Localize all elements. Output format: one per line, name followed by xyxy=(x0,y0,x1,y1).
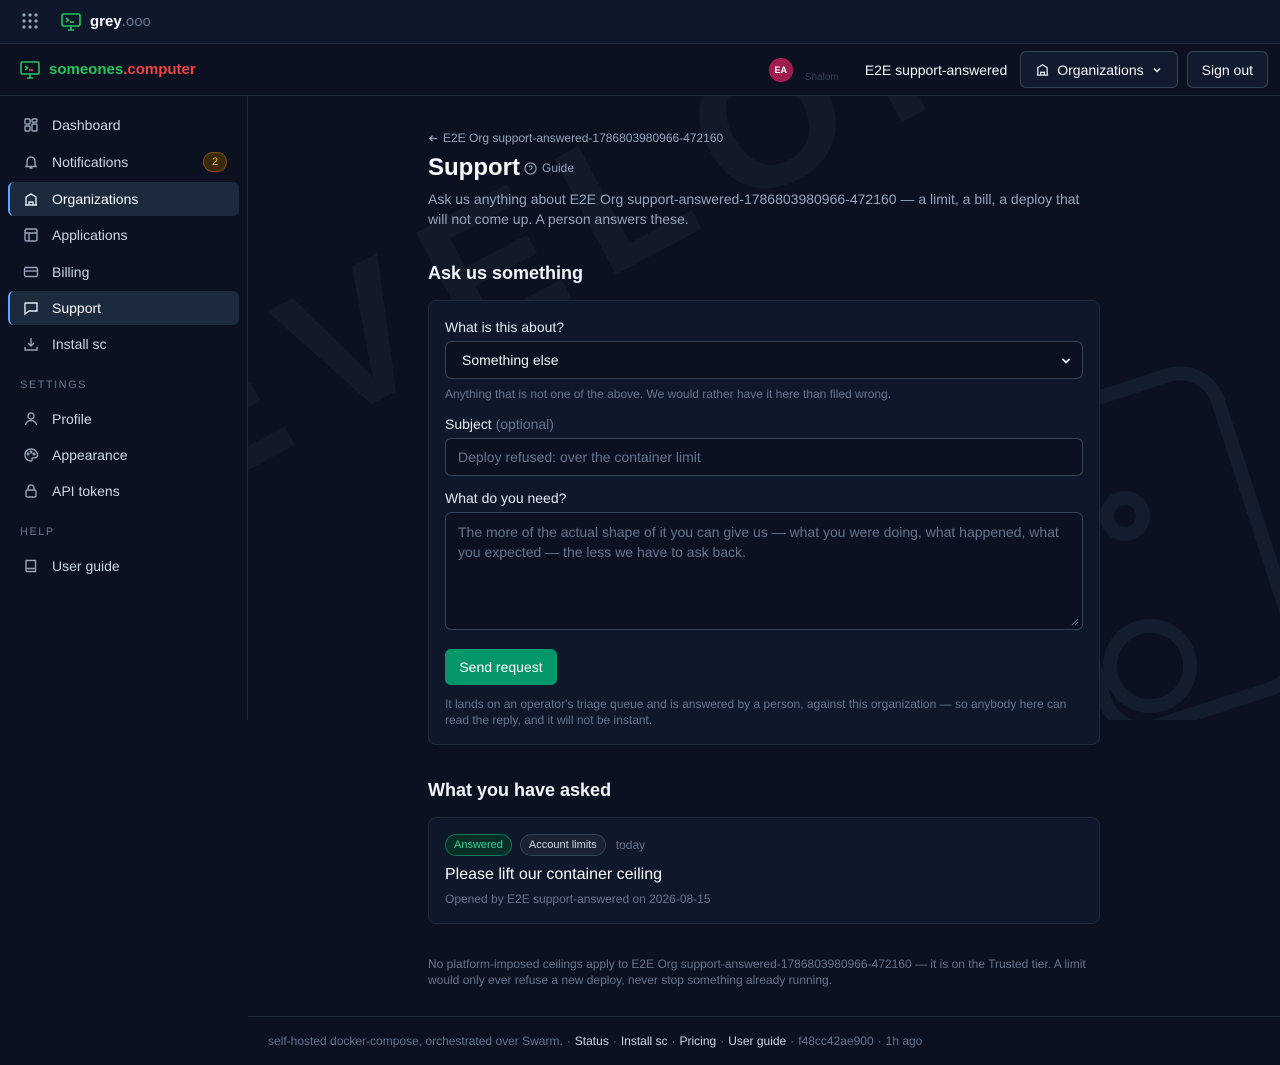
help-circle-icon xyxy=(524,161,537,175)
subject-label: Subject (optional) xyxy=(445,416,554,432)
brand-logo-link[interactable]: someones.computer xyxy=(20,60,196,79)
sidebar-item-profile[interactable]: Profile xyxy=(8,402,239,436)
sidebar-item-label: Notifications xyxy=(52,154,129,170)
sidebar: Dashboard Notifications 2 Organizations … xyxy=(0,96,248,720)
bell-icon xyxy=(23,154,39,170)
app-header: someones.computer EA Shalom E2E support-… xyxy=(0,44,1280,96)
sidebar-item-label: Profile xyxy=(52,411,92,427)
footer-link-user-guide[interactable]: User guide xyxy=(728,1034,786,1048)
need-label: What do you need? xyxy=(445,490,567,506)
sidebar-item-label: Appearance xyxy=(52,447,128,463)
download-icon xyxy=(23,336,39,352)
request-title: Please lift our container ceiling xyxy=(445,866,663,883)
building-icon xyxy=(23,191,39,207)
notifications-count-badge: 2 xyxy=(203,152,227,172)
footer-commit: f48cc42ae900 xyxy=(798,1034,874,1048)
header-actions: EA Shalom E2E support-answered Organizat… xyxy=(768,51,1268,88)
request-badges: Answered Account limits today xyxy=(445,834,645,856)
organizations-button-label: Organizations xyxy=(1057,61,1144,78)
need-placeholder: The more of the actual shape of it you c… xyxy=(458,524,1059,560)
footer-age: 1h ago xyxy=(885,1034,923,1048)
tier-footnote: No platform-imposed ceilings apply to E2… xyxy=(428,957,1086,987)
request-meta: Opened by E2E support-answered on 2026-0… xyxy=(445,892,711,906)
palette-icon xyxy=(23,447,39,463)
grey-logo-link[interactable]: grey.ooo xyxy=(61,12,151,31)
send-note: It lands on an operator's triage queue a… xyxy=(445,697,1067,727)
support-request-form: What is this about? Something else Anyth… xyxy=(428,300,1100,745)
footer-link-status[interactable]: Status xyxy=(575,1034,609,1048)
sidebar-item-label: API tokens xyxy=(52,483,120,499)
footer: self-hosted docker-compose, orchestrated… xyxy=(248,1016,1280,1065)
subject-placeholder: Deploy refused: over the container limit xyxy=(458,449,701,465)
avatar[interactable]: EA xyxy=(768,57,793,82)
organizations-dropdown-button[interactable]: Organizations xyxy=(1020,51,1178,88)
request-card[interactable]: Answered Account limits today Please lif… xyxy=(428,817,1100,924)
sidebar-item-applications[interactable]: Applications xyxy=(8,218,239,252)
chevron-down-icon xyxy=(1151,64,1163,76)
book-icon xyxy=(23,558,39,574)
dashboard-icon xyxy=(23,117,39,133)
footer-link-pricing[interactable]: Pricing xyxy=(680,1034,717,1048)
guide-link[interactable]: Guide xyxy=(524,161,574,175)
top-bar: grey.ooo xyxy=(0,0,1280,44)
status-badge: Answered xyxy=(445,834,512,856)
brand-name: someones.computer xyxy=(49,61,196,78)
help-section-heading: HELP xyxy=(20,526,55,538)
sidebar-item-organizations[interactable]: Organizations xyxy=(8,182,239,216)
sign-out-button[interactable]: Sign out xyxy=(1186,51,1268,88)
sidebar-item-label: Billing xyxy=(52,264,90,280)
sidebar-item-label: User guide xyxy=(52,558,120,574)
sidebar-item-billing[interactable]: Billing xyxy=(8,255,239,289)
optional-hint: (optional) xyxy=(495,416,554,432)
ask-heading: Ask us something xyxy=(428,263,584,283)
settings-section-heading: SETTINGS xyxy=(20,379,88,391)
sidebar-item-api-tokens[interactable]: API tokens xyxy=(8,474,239,508)
user-icon xyxy=(23,411,39,427)
page-intro: Ask us anything about E2E Org support-an… xyxy=(428,191,1080,227)
send-request-button[interactable]: Send request xyxy=(445,649,557,685)
terminal-monitor-icon xyxy=(20,60,40,79)
credit-card-icon xyxy=(23,264,39,280)
need-textarea[interactable]: The more of the actual shape of it you c… xyxy=(445,512,1083,630)
asked-heading: What you have asked xyxy=(428,780,612,800)
lock-icon xyxy=(23,483,39,499)
topic-select[interactable]: Something else xyxy=(445,341,1083,379)
chevron-down-icon xyxy=(1060,355,1072,367)
sidebar-item-label: Support xyxy=(52,300,102,316)
request-time: today xyxy=(615,838,646,852)
back-link-label: E2E Org support-answered-1786803980966-4… xyxy=(443,131,724,145)
subject-input[interactable]: Deploy refused: over the container limit xyxy=(445,438,1083,476)
sidebar-item-user-guide[interactable]: User guide xyxy=(8,549,239,583)
sidebar-item-appearance[interactable]: Appearance xyxy=(8,438,239,472)
resize-handle-icon[interactable] xyxy=(1071,618,1079,626)
topic-help-text: Anything that is not one of the above. W… xyxy=(445,387,892,401)
sidebar-item-install-sc[interactable]: Install sc xyxy=(8,327,239,361)
back-to-organization-link[interactable]: E2E Org support-answered-1786803980966-4… xyxy=(428,131,723,145)
sidebar-item-support[interactable]: Support xyxy=(8,291,239,325)
sidebar-item-dashboard[interactable]: Dashboard xyxy=(8,108,239,142)
arrow-left-icon xyxy=(428,133,439,144)
sidebar-item-label: Applications xyxy=(52,227,128,243)
topic-select-value: Something else xyxy=(462,352,559,368)
message-square-icon xyxy=(23,300,39,316)
page-title: Support xyxy=(428,154,520,181)
sidebar-item-label: Install sc xyxy=(52,336,107,352)
footer-link-install-sc[interactable]: Install sc xyxy=(621,1034,668,1048)
building-icon xyxy=(1035,62,1050,77)
terminal-monitor-icon xyxy=(61,12,81,31)
layout-icon xyxy=(23,227,39,243)
user-name: E2E support-answered xyxy=(864,61,1008,78)
avatar-subtitle: Shalom xyxy=(804,71,839,83)
topic-label: What is this about? xyxy=(445,319,565,335)
sidebar-item-notifications[interactable]: Notifications 2 xyxy=(8,145,239,179)
category-badge: Account limits xyxy=(519,834,606,856)
grey-brand-name: grey.ooo xyxy=(90,13,151,30)
sidebar-item-label: Organizations xyxy=(52,191,139,207)
app-launcher-icon[interactable] xyxy=(21,12,41,32)
sidebar-item-label: Dashboard xyxy=(52,117,121,133)
footer-text: self-hosted docker-compose, orchestrated… xyxy=(268,1034,563,1048)
guide-label: Guide xyxy=(542,161,575,175)
